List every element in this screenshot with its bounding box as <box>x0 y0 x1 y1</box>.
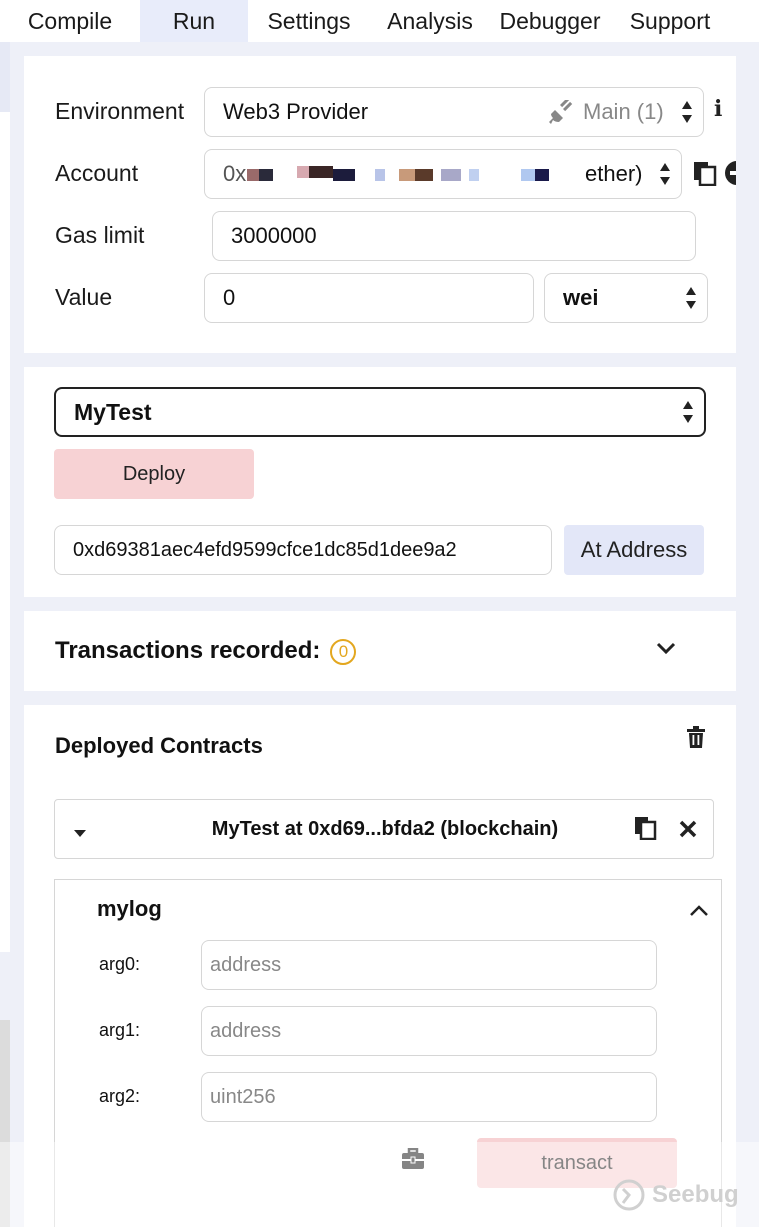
gas-limit-input[interactable]: 3000000 <box>212 211 696 261</box>
contract-selected: MyTest <box>74 398 152 425</box>
arg2-input[interactable]: uint256 <box>201 1072 657 1122</box>
seebug-watermark: Seebug <box>612 1178 739 1212</box>
copy-icon[interactable] <box>692 160 718 191</box>
network-value: Main (1) <box>583 99 664 124</box>
tab-compile[interactable]: Compile <box>0 0 140 42</box>
select-arrows-icon <box>681 99 693 125</box>
select-arrows-icon <box>659 161 671 187</box>
left-edge <box>0 112 10 952</box>
select-arrows-icon <box>685 285 697 311</box>
tab-debugger[interactable]: Debugger <box>490 0 610 42</box>
value-label: Value <box>55 284 113 310</box>
account-select[interactable]: 0x ether) <box>204 149 682 199</box>
contract-instance-label: MyTest at 0xd69...bfda2 (blockchain) <box>211 818 559 840</box>
tab-settings[interactable]: Settings <box>248 0 370 42</box>
arg2-label: arg2: <box>99 1086 141 1106</box>
seebug-logo-icon <box>613 1179 645 1211</box>
transactions-count-badge: 0 <box>330 638 357 665</box>
add-account-icon[interactable] <box>724 160 736 186</box>
value-input[interactable]: 0 <box>204 273 534 323</box>
deployed-contracts-title: Deployed Contracts <box>55 733 263 758</box>
environment-value: Web3 Provider <box>223 99 369 124</box>
select-arrows-icon <box>682 399 694 425</box>
deploy-button[interactable]: Deploy <box>54 449 254 499</box>
chevron-up-icon[interactable] <box>689 904 709 922</box>
transactions-label: Transactions recorded: <box>55 637 321 664</box>
environment-label: Environment <box>55 98 185 124</box>
arg0-label: arg0: <box>99 954 141 974</box>
account-label: Account <box>55 160 139 186</box>
run-settings-panel: Environment Web3 Provider Main (1) i Acc… <box>24 56 736 353</box>
chevron-down-icon[interactable] <box>656 641 676 660</box>
account-balance: ether) <box>585 161 643 186</box>
at-address-input[interactable]: 0xd69381aec4efd9599cfce1dc85d1dee9a2 <box>54 525 552 575</box>
transactions-header: Transactions recorded: 0 <box>55 637 357 665</box>
left-edge <box>0 42 10 112</box>
tab-analysis[interactable]: Analysis <box>370 0 490 42</box>
copy-icon[interactable] <box>633 816 657 845</box>
unit-value: wei <box>563 285 599 310</box>
tab-support[interactable]: Support <box>610 0 730 42</box>
function-name: mylog <box>97 896 162 921</box>
transactions-panel[interactable]: Transactions recorded: 0 <box>24 611 736 691</box>
arg0-input[interactable]: address <box>201 940 657 990</box>
trash-icon[interactable] <box>686 726 706 753</box>
gas-limit-label: Gas limit <box>55 222 145 248</box>
info-icon[interactable]: i <box>714 96 722 122</box>
contract-instance[interactable]: MyTest at 0xd69...bfda2 (blockchain) <box>54 799 714 859</box>
arg1-input[interactable]: address <box>201 1006 657 1056</box>
tab-bar: Compile Run Settings Analysis Debugger S… <box>0 0 759 42</box>
environment-select[interactable]: Web3 Provider Main (1) <box>204 87 704 137</box>
account-prefix: 0x <box>223 161 247 186</box>
close-icon[interactable] <box>679 820 697 843</box>
arg1-label: arg1: <box>99 1020 141 1040</box>
deploy-panel: MyTest Deploy 0xd69381aec4efd9599cfce1dc… <box>24 367 736 597</box>
unit-select[interactable]: wei <box>544 273 708 323</box>
at-address-button[interactable]: At Address <box>564 525 704 575</box>
contract-select[interactable]: MyTest <box>54 387 706 437</box>
tab-run[interactable]: Run <box>140 0 248 42</box>
watermark-text: Seebug <box>652 1181 739 1208</box>
plug-icon <box>547 97 573 126</box>
